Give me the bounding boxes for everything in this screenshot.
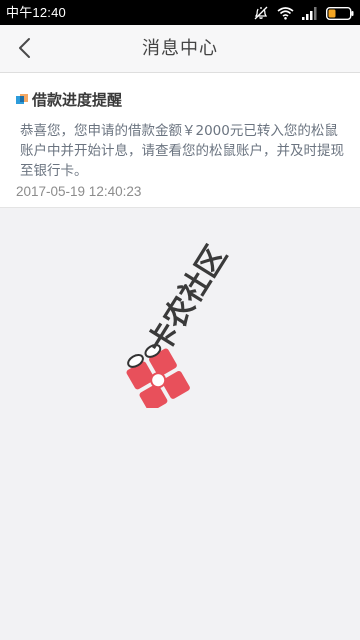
- message-title-row: 借款进度提醒: [16, 90, 122, 110]
- message-timestamp: 2017-05-19 12:40:23: [16, 184, 142, 199]
- do-not-disturb-icon: [253, 5, 269, 21]
- message-card[interactable]: 借款进度提醒 恭喜您，您申请的借款金额￥2000元已转入您的松鼠账户中并开始计息…: [0, 73, 360, 208]
- header-bar: 消息中心: [0, 25, 360, 73]
- message-title: 借款进度提醒: [32, 91, 123, 109]
- page-title: 消息中心: [142, 38, 218, 59]
- status-icons: [253, 5, 354, 21]
- watermark-logo: 卡农社区: [112, 238, 252, 412]
- status-bar: 中午12:40: [0, 0, 360, 25]
- watermark-text: 卡农社区: [141, 240, 234, 360]
- status-time: 中午12:40: [6, 5, 66, 20]
- message-category-icon: [16, 94, 28, 104]
- message-body: 恭喜您，您申请的借款金额￥2000元已转入您的松鼠账户中并开始计息，请查看您的松…: [20, 123, 344, 179]
- signal-icon: [302, 6, 318, 20]
- wifi-icon: [277, 6, 294, 20]
- battery-icon: [326, 6, 354, 20]
